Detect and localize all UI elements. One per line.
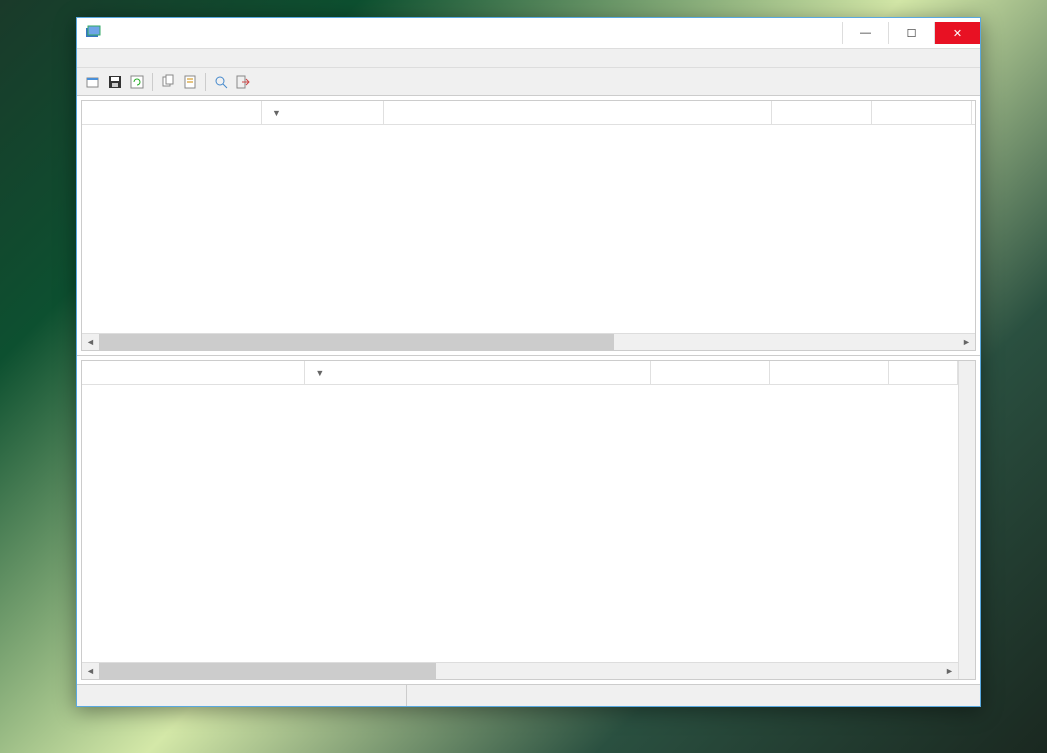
menu-view[interactable] — [113, 56, 129, 60]
column-from-address[interactable] — [651, 361, 770, 384]
modules-list-header: ▼ — [82, 361, 958, 385]
horizontal-scrollbar[interactable]: ◄ ► — [82, 662, 958, 679]
sort-arrow-icon: ▼ — [315, 368, 324, 378]
column-to-address[interactable] — [770, 361, 889, 384]
toolbar-properties-button[interactable] — [180, 72, 200, 92]
toolbar-save-button[interactable] — [105, 72, 125, 92]
dump-list-panel: ▼ ◄ ► — [77, 96, 980, 356]
scroll-left-icon[interactable]: ◄ — [82, 663, 99, 679]
app-window: — ☐ ✕ ▼ — [76, 17, 981, 707]
menubar — [77, 48, 980, 68]
column-crash-time[interactable]: ▼ — [262, 101, 384, 124]
sort-arrow-icon: ▼ — [272, 108, 281, 118]
dump-list-header: ▼ — [82, 101, 975, 125]
scroll-right-icon[interactable]: ► — [958, 334, 975, 350]
scroll-left-icon[interactable]: ◄ — [82, 334, 99, 350]
toolbar — [77, 68, 980, 96]
horizontal-scrollbar[interactable]: ◄ ► — [82, 333, 975, 350]
column-stack-address[interactable]: ▼ — [305, 361, 651, 384]
titlebar[interactable]: — ☐ ✕ — [77, 18, 980, 48]
column-bug-check-string[interactable] — [384, 101, 772, 124]
column-filename[interactable] — [82, 361, 305, 384]
column-bug-check-code[interactable] — [772, 101, 872, 124]
toolbar-exit-button[interactable] — [233, 72, 253, 92]
menu-file[interactable] — [81, 56, 97, 60]
modules-list-panel: ▼ ◄ ► — [77, 356, 980, 684]
app-icon — [85, 25, 101, 41]
menu-settings[interactable] — [129, 56, 145, 60]
toolbar-copy-button[interactable] — [158, 72, 178, 92]
status-credits[interactable] — [407, 685, 980, 706]
toolbar-find-button[interactable] — [211, 72, 231, 92]
maximize-button[interactable]: ☐ — [888, 22, 934, 44]
column-parameter-1[interactable] — [872, 101, 972, 124]
scrollbar-thumb[interactable] — [99, 663, 436, 679]
column-size[interactable] — [889, 361, 958, 384]
column-dump-file[interactable] — [82, 101, 262, 124]
dump-listview[interactable]: ▼ ◄ ► — [81, 100, 976, 351]
toolbar-refresh-button[interactable] — [127, 72, 147, 92]
close-button[interactable]: ✕ — [934, 22, 980, 44]
menu-help[interactable] — [145, 56, 161, 60]
toolbar-open-button[interactable] — [83, 72, 103, 92]
minimize-button[interactable]: — — [842, 22, 888, 44]
scrollbar-thumb[interactable] — [99, 334, 614, 350]
vertical-scrollbar[interactable] — [958, 361, 975, 679]
status-count — [77, 685, 407, 706]
toolbar-separator — [205, 73, 206, 91]
menu-edit[interactable] — [97, 56, 113, 60]
statusbar — [77, 684, 980, 706]
toolbar-separator — [152, 73, 153, 91]
modules-listview[interactable]: ▼ ◄ ► — [81, 360, 976, 680]
scroll-right-icon[interactable]: ► — [941, 663, 958, 679]
